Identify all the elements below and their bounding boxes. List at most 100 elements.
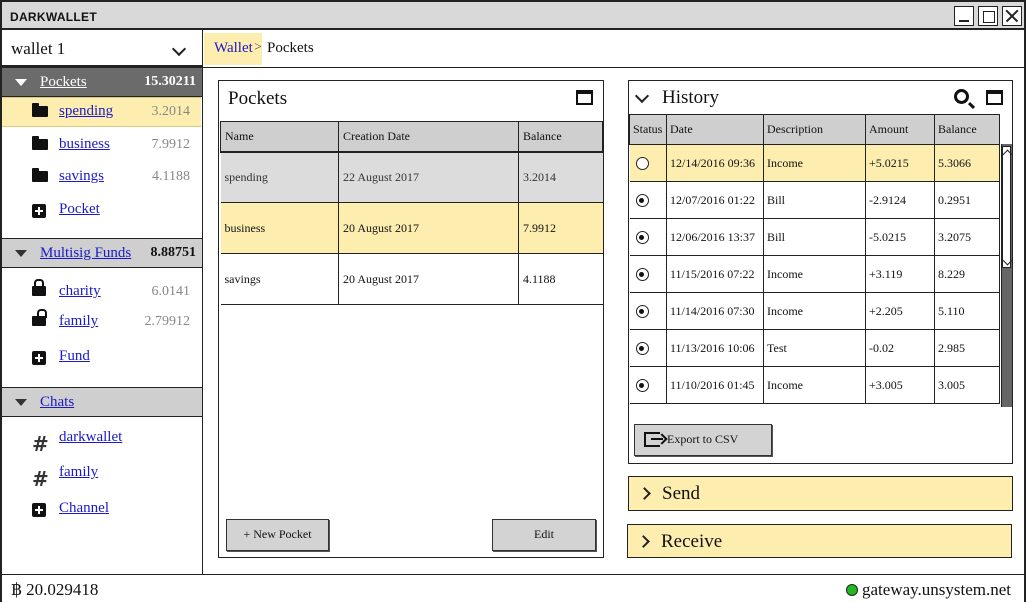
- sidebar-item-label[interactable]: spending: [59, 103, 113, 120]
- sidebar-item-value: 2.79912: [144, 314, 191, 329]
- column-header[interactable]: Description: [763, 114, 866, 145]
- maximize-icon[interactable]: [576, 90, 593, 105]
- sidebar-item-value: 4.1188: [152, 169, 190, 184]
- add-pocket-label[interactable]: Pocket: [59, 201, 100, 218]
- column-header[interactable]: Status: [629, 114, 667, 145]
- history-panel: History Status Date Description Amount B…: [628, 80, 1013, 464]
- column-header[interactable]: Balance: [518, 121, 603, 152]
- edit-button[interactable]: Edit: [492, 519, 596, 551]
- chevron-down-icon[interactable]: [634, 88, 650, 104]
- radio-filled-icon[interactable]: [635, 379, 649, 393]
- collapse-triangle-icon: [15, 399, 27, 406]
- radio-filled-icon[interactable]: [635, 194, 649, 208]
- sidebar-item-label[interactable]: family: [59, 313, 98, 330]
- sidebar-item-value: 3.2014: [151, 104, 191, 119]
- history-scrollbar[interactable]: [1001, 144, 1013, 407]
- add-channel-link[interactable]: Channel: [2, 495, 201, 525]
- cell-status[interactable]: [629, 366, 667, 404]
- sidebar-item-value: 7.9912: [151, 137, 191, 152]
- cell-amount: +5.0215: [865, 144, 935, 182]
- column-header[interactable]: Creation Date: [338, 121, 519, 152]
- cell-status[interactable]: [629, 218, 667, 256]
- close-button[interactable]: [1002, 6, 1022, 26]
- radio-filled-icon[interactable]: [635, 231, 649, 245]
- history-table: Status Date Description Amount Balance 1…: [629, 114, 1000, 404]
- table-row[interactable]: 12/14/2016 09:36 Income +5.0215 5.3066: [629, 144, 1000, 182]
- sidebar-item-label[interactable]: darkwallet: [59, 429, 122, 446]
- panel-title: Pockets: [228, 88, 288, 109]
- table-row[interactable]: business 20 August 2017 7.9912: [220, 202, 603, 254]
- radio-filled-icon[interactable]: [635, 268, 649, 282]
- sidebar-section-pockets[interactable]: Pockets 15.30211: [2, 67, 202, 97]
- pockets-table: Name Creation Date Balance spending 22 A…: [220, 121, 603, 305]
- receive-panel[interactable]: Receive: [627, 524, 1012, 558]
- send-panel[interactable]: Send: [628, 476, 1013, 511]
- app-title: DARKWALLET: [10, 10, 97, 24]
- sidebar-item-charity[interactable]: charity 6.0141: [2, 278, 201, 308]
- radio-empty-icon[interactable]: [635, 157, 649, 171]
- table-row[interactable]: 11/13/2016 10:06 Test -0.02 2.985: [629, 329, 1000, 367]
- sidebar-item-label[interactable]: savings: [59, 168, 104, 185]
- sidebar-item-business[interactable]: business 7.9912: [2, 131, 201, 161]
- cell-status[interactable]: [629, 144, 667, 182]
- search-icon[interactable]: [954, 89, 969, 104]
- cell-balance: 2.985: [934, 329, 1000, 367]
- sidebar-item-label[interactable]: charity: [59, 283, 101, 300]
- export-csv-button[interactable]: Export to CSV: [634, 424, 772, 456]
- folder-icon: [32, 103, 48, 117]
- maximize-icon[interactable]: [986, 90, 1003, 105]
- column-header[interactable]: Amount: [865, 114, 935, 145]
- scroll-down-icon[interactable]: [1002, 255, 1013, 266]
- add-fund-label[interactable]: Fund: [59, 348, 90, 365]
- scrollbar-thumb[interactable]: [1002, 146, 1013, 268]
- table-row[interactable]: spending 22 August 2017 3.2014: [220, 150, 603, 203]
- sidebar-section-chats[interactable]: Chats: [2, 387, 202, 417]
- table-row[interactable]: 11/10/2016 01:45 Income +3.005 3.005: [629, 366, 1000, 404]
- sidebar-item-savings[interactable]: savings 4.1188: [2, 163, 201, 193]
- cell-name: savings: [220, 253, 339, 305]
- column-header[interactable]: Balance: [934, 114, 1000, 145]
- column-header[interactable]: Date: [666, 114, 764, 145]
- table-row[interactable]: 12/06/2016 13:37 Bill -5.0215 3.2075: [629, 218, 1000, 256]
- cell-status[interactable]: [629, 181, 667, 219]
- sidebar-item-label[interactable]: business: [59, 136, 110, 153]
- table-row[interactable]: 12/07/2016 01:22 Bill -2.9124 0.2951: [629, 181, 1000, 219]
- new-pocket-button[interactable]: + New Pocket: [226, 519, 329, 551]
- radio-filled-icon[interactable]: [635, 342, 649, 356]
- plus-icon: [32, 503, 46, 517]
- cell-status[interactable]: [629, 329, 667, 367]
- scroll-up-icon[interactable]: [1002, 149, 1013, 160]
- add-channel-label[interactable]: Channel: [59, 500, 109, 517]
- minimize-button[interactable]: [954, 6, 974, 26]
- cell-description: Income: [763, 366, 866, 404]
- sidebar-item-chat-darkwallet[interactable]: # darkwallet: [2, 424, 201, 456]
- cell-amount: +3.005: [865, 366, 935, 404]
- radio-filled-icon[interactable]: [635, 305, 649, 319]
- sidebar-item-family-fund[interactable]: family 2.79912: [2, 308, 201, 338]
- sidebar-section-label[interactable]: Chats: [40, 394, 74, 411]
- cell-name: spending: [220, 150, 339, 203]
- wallet-selector[interactable]: wallet 1: [2, 30, 202, 67]
- cell-status[interactable]: [629, 255, 667, 293]
- cell-description: Test: [763, 329, 866, 367]
- collapse-triangle-icon: [15, 250, 27, 257]
- sidebar-item-label[interactable]: family: [59, 464, 98, 481]
- table-row[interactable]: 11/15/2016 07:22 Income +3.119 8.229: [629, 255, 1000, 293]
- sidebar-section-label[interactable]: Multisig Funds: [40, 245, 131, 262]
- sidebar-item-chat-family[interactable]: # family: [2, 459, 201, 491]
- maximize-button[interactable]: [978, 6, 998, 26]
- sidebar-item-spending[interactable]: spending 3.2014: [2, 97, 201, 127]
- cell-status[interactable]: [629, 292, 667, 330]
- add-fund-link[interactable]: Fund: [2, 343, 201, 373]
- folder-icon: [32, 136, 48, 150]
- add-pocket-link[interactable]: Pocket: [2, 196, 201, 226]
- table-row[interactable]: savings 20 August 2017 4.1188: [220, 253, 603, 305]
- cell-amount: -2.9124: [865, 181, 935, 219]
- sidebar-section-multisig[interactable]: Multisig Funds 8.88751: [2, 238, 202, 268]
- history-header[interactable]: History: [629, 81, 1011, 114]
- column-header[interactable]: Name: [220, 121, 339, 152]
- cell-name: business: [220, 202, 339, 254]
- table-row[interactable]: 11/14/2016 07:30 Income +2.205 5.110: [629, 292, 1000, 330]
- hash-icon: #: [32, 467, 49, 491]
- sidebar-section-label[interactable]: Pockets: [40, 74, 87, 91]
